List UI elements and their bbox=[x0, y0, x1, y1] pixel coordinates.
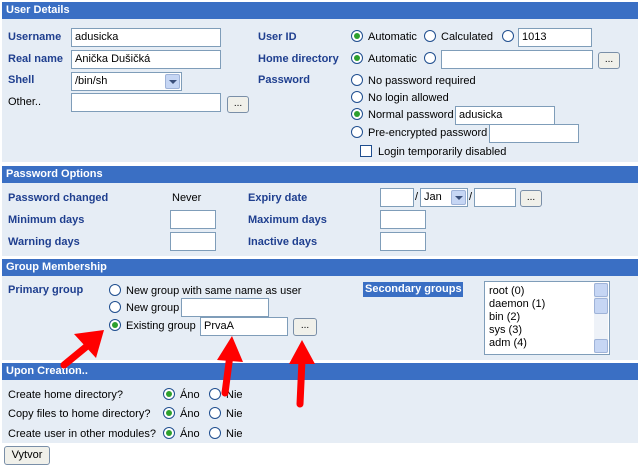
pw-normal-label: Normal password bbox=[368, 109, 454, 121]
userid-manual-radio[interactable] bbox=[502, 30, 514, 42]
shell-select-value: /bin/sh bbox=[75, 75, 108, 87]
create-home-yes-label: Áno bbox=[180, 389, 200, 401]
expiry-day-input[interactable] bbox=[380, 188, 414, 207]
list-item[interactable]: sys (3) bbox=[489, 324, 522, 336]
expiry-calendar-button[interactable]: ... bbox=[520, 190, 542, 207]
user-details-header: User Details bbox=[2, 2, 638, 19]
other-shell-browse-button[interactable]: ... bbox=[227, 96, 249, 113]
min-days-label: Minimum days bbox=[8, 214, 85, 226]
pw-normal-input[interactable]: adusicka bbox=[455, 106, 555, 125]
userid-input[interactable]: 1013 bbox=[518, 28, 592, 47]
expiry-month-value: Jan bbox=[424, 191, 442, 203]
min-days-input[interactable] bbox=[170, 210, 216, 229]
homedir-label: Home directory bbox=[258, 53, 339, 65]
other-modules-no-radio[interactable] bbox=[209, 427, 221, 439]
group-new-input[interactable] bbox=[181, 298, 269, 317]
create-home-yes-radio[interactable] bbox=[163, 388, 175, 400]
password-label: Password bbox=[258, 74, 310, 86]
other-modules-no-label: Nie bbox=[226, 428, 243, 440]
group-membership-header: Group Membership bbox=[2, 259, 638, 276]
group-same-name-label: New group with same name as user bbox=[126, 285, 302, 297]
max-days-input[interactable] bbox=[380, 210, 426, 229]
expiry-month-select[interactable]: Jan bbox=[420, 188, 468, 207]
homedir-browse-button[interactable]: ... bbox=[598, 52, 620, 69]
copy-files-label: Copy files to home directory? bbox=[8, 408, 151, 420]
group-existing-radio[interactable] bbox=[109, 319, 121, 331]
copy-files-yes-radio[interactable] bbox=[163, 407, 175, 419]
expiry-separator: / bbox=[469, 191, 473, 203]
list-item[interactable]: adm (4) bbox=[489, 337, 527, 349]
username-label: Username bbox=[8, 31, 62, 43]
secondary-groups-list[interactable]: root (0) daemon (1) bin (2) sys (3) adm … bbox=[484, 281, 610, 355]
group-browse-button[interactable]: ... bbox=[293, 318, 317, 336]
userid-calculated-radio[interactable] bbox=[424, 30, 436, 42]
userid-label: User ID bbox=[258, 31, 297, 43]
shell-select[interactable]: /bin/sh bbox=[71, 72, 182, 91]
group-existing-label: Existing group bbox=[126, 320, 196, 332]
create-home-label: Create home directory? bbox=[8, 389, 123, 401]
homedir-manual-radio[interactable] bbox=[424, 52, 436, 64]
expiry-separator: / bbox=[415, 191, 419, 203]
upon-creation-header: Upon Creation.. bbox=[2, 363, 638, 380]
realname-label: Real name bbox=[8, 53, 64, 65]
list-item[interactable]: bin (2) bbox=[489, 311, 520, 323]
other-modules-yes-label: Áno bbox=[180, 428, 200, 440]
homedir-automatic-radio[interactable] bbox=[351, 52, 363, 64]
warn-days-label: Warning days bbox=[8, 236, 80, 248]
password-options-header: Password Options bbox=[2, 166, 638, 183]
scroll-up-icon[interactable] bbox=[594, 283, 608, 297]
homedir-input[interactable] bbox=[441, 50, 593, 69]
group-existing-input[interactable]: PrvaA bbox=[200, 317, 288, 336]
list-item[interactable]: daemon (1) bbox=[489, 298, 545, 310]
pw-none-radio[interactable] bbox=[351, 74, 363, 86]
group-new-label: New group bbox=[126, 302, 180, 314]
group-new-radio[interactable] bbox=[109, 301, 121, 313]
userid-automatic-radio[interactable] bbox=[351, 30, 363, 42]
pw-preenc-radio[interactable] bbox=[351, 126, 363, 138]
pw-preenc-input[interactable] bbox=[489, 124, 579, 143]
create-home-no-radio[interactable] bbox=[209, 388, 221, 400]
list-scrollbar[interactable] bbox=[594, 283, 608, 353]
chevron-down-icon bbox=[451, 190, 466, 205]
expiry-year-input[interactable] bbox=[474, 188, 516, 207]
copy-files-yes-label: Áno bbox=[180, 408, 200, 420]
other-shell-input[interactable] bbox=[71, 93, 221, 112]
other-modules-yes-radio[interactable] bbox=[163, 427, 175, 439]
scroll-thumb[interactable] bbox=[594, 298, 608, 314]
secondary-groups-label: Secondary groups bbox=[365, 283, 462, 295]
chevron-down-icon bbox=[165, 74, 180, 89]
warn-days-input[interactable] bbox=[170, 232, 216, 251]
homedir-automatic-label: Automatic bbox=[368, 53, 417, 65]
userid-automatic-label: Automatic bbox=[368, 31, 417, 43]
copy-files-no-label: Nie bbox=[226, 408, 243, 420]
pw-changed-value: Never bbox=[172, 192, 202, 204]
pw-nologin-label: No login allowed bbox=[368, 92, 449, 104]
shell-label: Shell bbox=[8, 74, 35, 86]
pw-nologin-radio[interactable] bbox=[351, 91, 363, 103]
primary-group-label: Primary group bbox=[8, 284, 84, 296]
list-item[interactable]: root (0) bbox=[489, 285, 524, 297]
pw-preenc-label: Pre-encrypted password bbox=[368, 127, 488, 139]
pw-none-label: No password required bbox=[368, 75, 476, 87]
scroll-down-icon[interactable] bbox=[594, 339, 608, 353]
login-disabled-label: Login temporarily disabled bbox=[378, 146, 507, 158]
other-modules-label: Create user in other modules? bbox=[8, 428, 156, 440]
inactive-days-input[interactable] bbox=[380, 232, 426, 251]
create-home-no-label: Nie bbox=[226, 389, 243, 401]
create-button[interactable]: Vytvor bbox=[4, 446, 50, 465]
max-days-label: Maximum days bbox=[248, 214, 327, 226]
userid-calculated-label: Calculated bbox=[441, 31, 493, 43]
login-disabled-checkbox[interactable] bbox=[360, 145, 372, 157]
realname-input[interactable]: Anička Dušičká bbox=[71, 50, 221, 69]
pw-changed-label: Password changed bbox=[8, 192, 109, 204]
username-input[interactable]: adusicka bbox=[71, 28, 221, 47]
copy-files-no-radio[interactable] bbox=[209, 407, 221, 419]
group-same-name-radio[interactable] bbox=[109, 284, 121, 296]
expiry-date-label: Expiry date bbox=[248, 192, 308, 204]
other-label: Other.. bbox=[8, 96, 42, 108]
pw-normal-radio[interactable] bbox=[351, 108, 363, 120]
inactive-days-label: Inactive days bbox=[248, 236, 318, 248]
